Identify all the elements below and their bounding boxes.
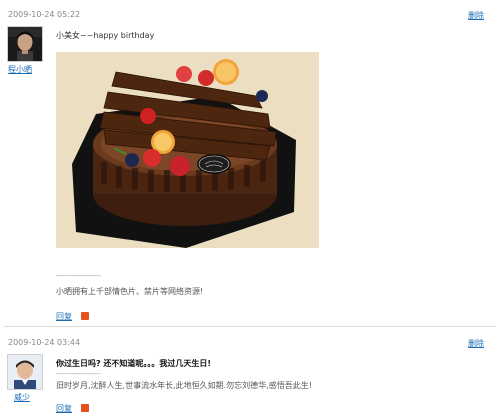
reply-link[interactable]: 回复: [56, 404, 72, 413]
delete-link[interactable]: 删除: [468, 10, 484, 21]
signature-separator: --------------------: [56, 272, 101, 280]
rss-icon[interactable]: [80, 311, 89, 320]
reply-row: 回复: [56, 403, 89, 414]
post-divider: [4, 326, 496, 327]
cake-image[interactable]: [56, 52, 319, 248]
post-header: 2009-10-24 03:44 删除: [5, 336, 495, 350]
username-link[interactable]: 程小晒: [8, 64, 32, 75]
signature-text: 小晒拥有上千部情色片、禁片等网络资源!: [56, 287, 204, 296]
comment-post: 2009-10-24 03:44 删除 威少 你过生日吗? 还不知道呢。。。我过…: [0, 328, 500, 420]
username-link[interactable]: 威少: [14, 392, 30, 403]
signature-text: 旧时岁月,沈醉人生,世事流水年长,此地恒久如期.勿忘刘德华,感悟吾此生!: [56, 381, 312, 390]
post-timestamp: 2009-10-24 05:22: [8, 10, 81, 19]
reply-row: 回复: [56, 311, 89, 322]
avatar[interactable]: [7, 354, 43, 390]
avatar-image: [8, 355, 42, 389]
delete-link[interactable]: 删除: [468, 338, 484, 349]
rss-icon[interactable]: [80, 403, 89, 412]
comment-message: 你过生日吗? 还不知道呢。。。我过几天生日!: [56, 359, 212, 368]
avatar[interactable]: [7, 26, 43, 62]
signature-separator: --------------------: [56, 370, 101, 378]
comment-post: 2009-10-24 05:22 删除 程小晒 小美女~~happy birth…: [0, 0, 500, 326]
post-timestamp: 2009-10-24 03:44: [8, 338, 81, 347]
post-header: 2009-10-24 05:22 删除: [5, 8, 495, 22]
avatar-image: [8, 27, 42, 61]
comment-message: 小美女~~happy birthday: [56, 31, 155, 40]
reply-link[interactable]: 回复: [56, 312, 72, 321]
